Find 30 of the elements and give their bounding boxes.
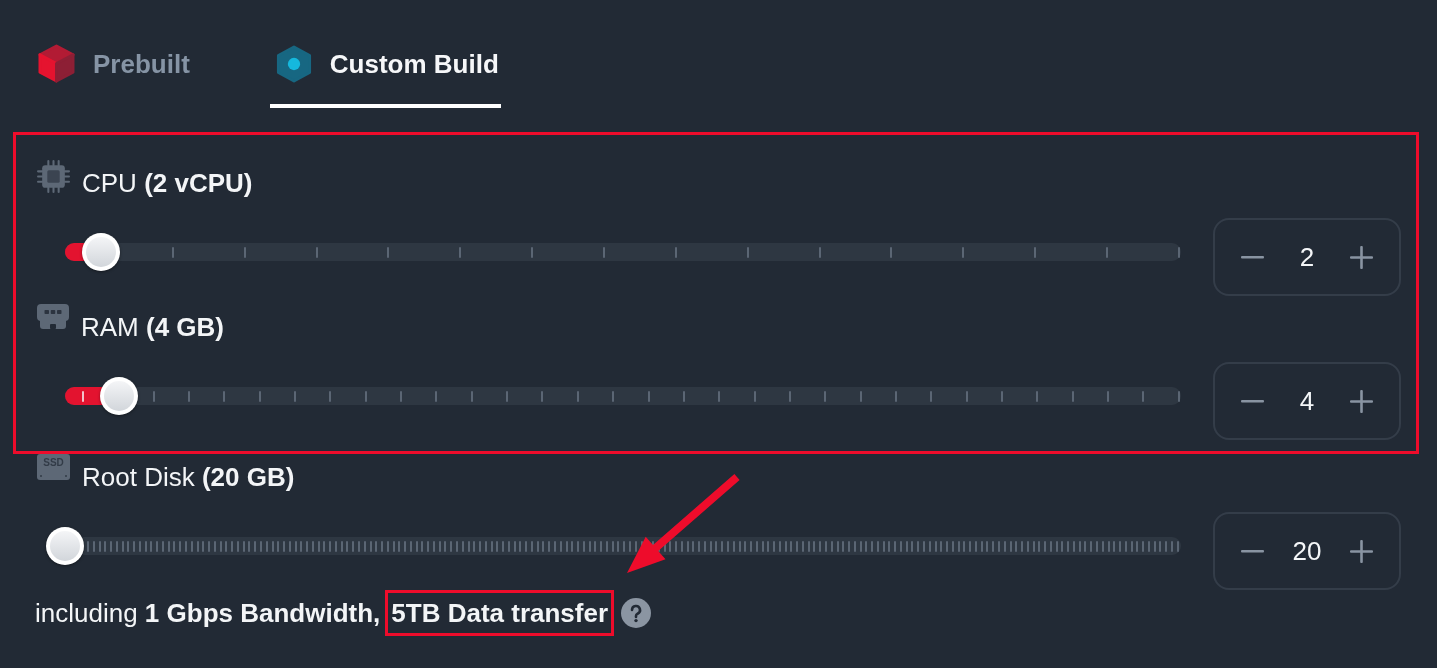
quantity-stepper[interactable]: 4 <box>1213 362 1401 440</box>
minus-icon <box>1241 255 1264 259</box>
plus-icon <box>1350 245 1373 269</box>
resource-label: RAM (4 GB) <box>81 311 224 342</box>
stepper-value: 20 <box>1292 536 1322 566</box>
stepper-value: 4 <box>1299 386 1315 416</box>
plus-icon <box>1350 389 1373 413</box>
stepper-value: 2 <box>1299 242 1315 272</box>
increase-button[interactable] <box>1350 245 1373 269</box>
chip-icon <box>37 160 70 193</box>
tab[interactable]: Custom Build <box>269 26 501 108</box>
tab[interactable]: Prebuilt <box>32 26 192 108</box>
memory-icon <box>37 304 69 329</box>
quantity-stepper[interactable]: 20 <box>1213 512 1401 590</box>
slider-thumb[interactable] <box>99 377 138 415</box>
minus-icon <box>1241 549 1264 553</box>
increase-button[interactable] <box>1350 389 1373 413</box>
help-icon[interactable] <box>621 598 652 628</box>
slider-thumb[interactable] <box>46 527 84 565</box>
increase-button[interactable] <box>1350 539 1373 563</box>
resource-label: Root Disk (20 GB) <box>82 461 295 492</box>
cube-icon <box>38 44 75 83</box>
quantity-stepper[interactable]: 2 <box>1213 218 1401 296</box>
hexagon-icon <box>275 44 312 83</box>
resource-label: CPU (2 vCPU) <box>82 167 253 198</box>
minus-icon <box>1241 399 1264 403</box>
slider-thumb[interactable] <box>81 233 120 271</box>
plus-icon <box>1350 539 1373 563</box>
footnote-text: 5TB Data transfer <box>391 598 609 628</box>
footnote-text: including 1 Gbps Bandwidth, <box>35 597 381 630</box>
